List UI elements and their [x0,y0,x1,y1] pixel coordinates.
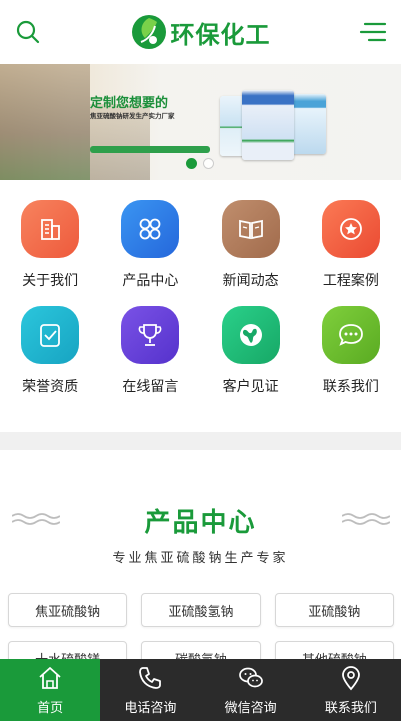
grid-item-products[interactable]: 产品中心 [100,200,200,290]
home-icon [39,666,61,689]
banner-subheadline: 焦亚硫酸钠研发生产实力厂家 [90,112,175,120]
bottom-nav: 首页 电话咨询 微信咨询 联系我们 [0,659,401,721]
menu-icon [359,22,387,42]
grid-item-label: 工程案例 [322,273,379,289]
tile [321,306,380,364]
wave-decoration-icon [342,513,390,525]
grid-item-label: 荣誉资质 [22,379,79,395]
trophy-icon [139,324,162,346]
nav-item-wechat[interactable]: 微信咨询 [201,659,301,721]
banner-headline: 定制您想要的 [90,96,169,111]
wechat-icon [238,667,263,687]
badge-icon [339,218,362,240]
tile [121,200,180,258]
tile [321,200,380,258]
grid-item-contact[interactable]: 联系我们 [301,306,401,396]
checklist-icon [40,324,61,347]
tile [221,306,280,364]
tile [21,306,80,364]
grid-icon [139,218,161,240]
banner-strip [90,146,210,153]
tile [21,200,80,258]
tile [121,306,180,364]
nav-label: 电话咨询 [124,700,177,716]
grid-item-label: 新闻动态 [222,273,279,289]
grid-item-label: 产品中心 [122,273,179,289]
grid-item-label: 联系我们 [322,379,379,395]
grid-item-label: 在线留言 [122,379,179,395]
grid-item-label: 关于我们 [22,273,79,289]
nav-item-phone[interactable]: 电话咨询 [100,659,200,721]
book-icon [238,219,263,240]
category-button[interactable]: 亚硫酸钠 [274,593,394,627]
quick-nav-grid: 关于我们 产品中心 新闻动态 工程案例 荣誉资质 在线留言 客户见证 联系我们 [0,200,401,396]
banner-building-image [0,64,90,180]
grid-item-message[interactable]: 在线留言 [100,306,200,396]
building-icon [41,219,61,240]
grid-item-testimonials[interactable]: 客户见证 [201,306,301,396]
search-icon [16,20,40,44]
section-title: 产品中心 [144,508,257,538]
search-button[interactable] [14,18,42,46]
chat-icon [338,324,363,346]
tile [221,200,280,258]
grid-item-label: 客户见证 [222,379,279,395]
nav-item-contact[interactable]: 联系我们 [301,659,401,721]
header: 环保化工 [0,0,401,64]
grid-item-news[interactable]: 新闻动态 [201,200,301,290]
nav-item-home[interactable]: 首页 [0,659,101,721]
leaf-logo-icon [131,15,166,49]
category-button[interactable]: 亚硫酸氢钠 [141,593,261,627]
logo-text: 环保化工 [170,19,271,49]
section-divider [0,432,401,450]
logo[interactable]: 环保化工 [131,14,271,50]
globe-icon [239,324,262,346]
nav-label: 微信咨询 [224,700,277,716]
menu-button[interactable] [359,18,387,46]
grid-item-about[interactable]: 关于我们 [0,200,100,290]
category-button[interactable]: 焦亚硫酸钠 [8,593,128,627]
grid-item-honors[interactable]: 荣誉资质 [0,306,100,396]
grid-item-cases[interactable]: 工程案例 [301,200,401,290]
carousel-dot[interactable] [203,158,214,169]
product-bag-image [242,90,294,160]
nav-label: 联系我们 [324,700,377,716]
location-icon [341,665,360,690]
carousel-dot[interactable] [186,158,197,169]
section-subtitle: 专业焦亚硫酸钠生产专家 [112,551,289,566]
nav-label: 首页 [37,700,64,716]
phone-icon [139,666,162,689]
product-bag-image [290,94,326,154]
carousel-dots [186,158,214,169]
